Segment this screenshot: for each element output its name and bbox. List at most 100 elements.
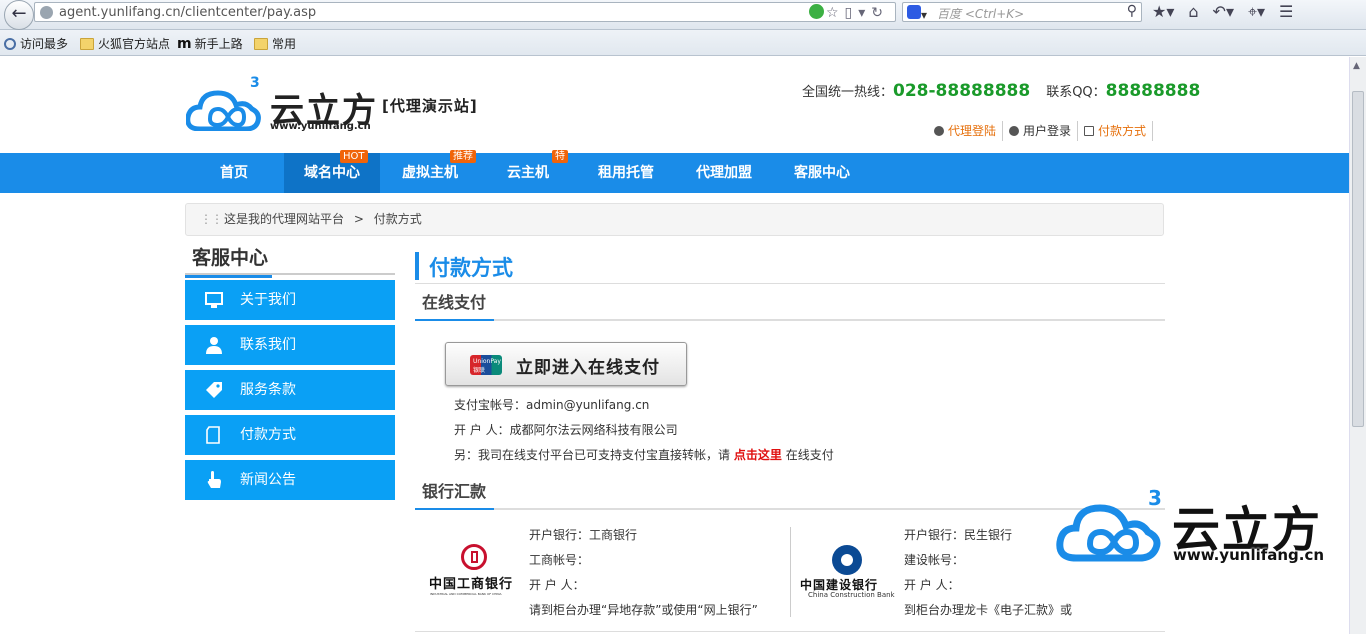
ccb-bank-name: 开户银行：民生银行 [904,528,1013,542]
account-holder: 开 户 人：成都阿尔法云网络科技有限公司 [454,423,678,437]
scroll-up-icon[interactable]: ▲ [1353,61,1360,71]
web-page: 3 云立方 www.yunlifang.cn [代理演示站] 全国统一热线：02… [0,57,1349,634]
unionpay-logo: UnionPay 银联 [470,355,502,375]
icbc-logo: 中国工商银行 INDUSTRIAL AND COMMERCIAL BANK OF… [429,541,521,597]
online-payment-heading: 在线支付 [415,286,1165,321]
bookmark-getting-started[interactable]: m 新手上路 [177,35,243,52]
sidebar-item-news[interactable]: 新闻公告 [185,460,395,500]
bookmark-manager-icon[interactable]: ★▾ [1152,2,1174,21]
monitor-icon [205,291,223,309]
nav-domain-label: 域名中心 [304,165,360,181]
m-logo-icon: m [177,36,192,52]
main-nav: 首页 域名中心 HOT 虚拟主机 推荐 云主机 特 租用托管 代理加盟 客服中心 [0,150,1349,193]
user-login-link[interactable]: 用户登录 [1003,121,1079,141]
nav-domain-center[interactable]: 域名中心 HOT [284,150,380,193]
sidebar-item-about[interactable]: 关于我们 [185,280,395,320]
search-icon[interactable]: ⚲ [1127,3,1137,19]
search-engine-selector[interactable]: ▾ [907,5,933,22]
document-icon [1084,126,1095,136]
globe-icon [1009,126,1020,136]
go-icon[interactable] [808,4,824,19]
icbc-mark-icon [461,544,487,570]
breadcrumb-separator: > [353,212,364,226]
bookmark-firefox-site[interactable]: 火狐官方站点 [80,35,170,52]
online-payment-button-label: 立即进入在线支付 [516,358,660,378]
browser-toolbar: ← agent.yunlifang.cn/clientcenter/pay.as… [0,0,1366,30]
special-badge: 特 [552,150,568,163]
agent-login-link[interactable]: 代理登陆 [928,121,1004,141]
nav-home[interactable]: 首页 [186,153,282,193]
phone-icon[interactable]: ▯ [845,5,859,21]
sidebar-item-payment[interactable]: 付款方式 [185,415,395,455]
hotline-label: 全国统一热线： [802,85,894,100]
user-icon [205,336,223,354]
page-title: 付款方式 [415,250,1165,284]
breadcrumb-root[interactable]: 这是我的代理网站平台 [224,212,344,226]
menu-icon[interactable]: ☰ [1279,2,1293,21]
document-icon [205,426,223,444]
breadcrumb: ⋮⋮ 这是我的代理网站平台 > 付款方式 [185,203,1164,236]
nav-hosting[interactable]: 租用托管 [578,153,674,193]
sidebar-item-contact[interactable]: 联系我们 [185,325,395,365]
arrow-left-icon: ← [11,3,27,24]
alipay-account: 支付宝帐号：admin@yunlifang.cn [454,398,650,412]
search-box[interactable]: ▾ 百度 <Ctrl+K> ⚲ [902,2,1142,22]
bookmark-most-visited[interactable]: 访问最多 [4,35,68,52]
nav-service-center[interactable]: 客服中心 [774,153,870,193]
scrollbar-thumb[interactable] [1352,91,1364,427]
toolbar-icons: ★▾ ⌂ ↶▾ ⌖▾ ☰ [1152,2,1307,22]
ccb-mark-icon [832,545,862,575]
recommend-badge: 推荐 [450,150,476,163]
top-links: 代理登陆 用户登录 付款方式 [928,121,1154,141]
scrollbar[interactable]: ▲ [1349,57,1366,634]
chevron-down-icon[interactable]: ▾ [858,5,871,21]
online-payment-button[interactable]: UnionPay 银联 立即进入在线支付 [445,342,687,386]
home-icon[interactable]: ⌂ [1188,2,1198,21]
folder-icon [80,38,94,50]
magnifier-icon [4,38,16,50]
payment-methods-link[interactable]: 付款方式 [1078,121,1154,141]
hand-pointer-icon [205,471,223,489]
crop-icon[interactable]: ⌖▾ [1248,2,1265,22]
address-bar[interactable]: agent.yunlifang.cn/clientcenter/pay.asp … [34,2,896,22]
nav-cloud-label: 云主机 [507,165,549,181]
qq-label: 联系QQ： [1046,85,1106,100]
nav-cloud-host[interactable]: 云主机 特 [480,150,576,193]
contact-info: 全国统一热线：028-88888888 联系QQ：88888888 [802,81,1200,101]
alipay-note: 另：我司在线支付平台已可支持支付宝直接转帐，请 点击这里 在线支付 [454,448,834,462]
reload-icon[interactable]: ↻ [871,5,889,21]
bookmark-common[interactable]: 常用 [254,35,296,52]
sidebar-title: 客服中心 [185,244,395,278]
folder-icon [254,38,268,50]
icbc-bank-name: 开户银行：工商银行 [529,528,638,542]
star-icon[interactable]: ☆ [826,5,845,21]
section-divider [415,631,1165,632]
sidebar-item-terms[interactable]: 服务条款 [185,370,395,410]
breadcrumb-current: 付款方式 [373,212,422,226]
bank-divider [790,527,791,617]
ccb-note: 到柜台办理龙卡《电子汇款》或 [904,603,1073,617]
ccb-logo: 中国建设银行 China Construction Bank [800,543,898,599]
search-input[interactable]: 百度 <Ctrl+K> [937,5,1024,22]
url-text[interactable]: agent.yunlifang.cn/clientcenter/pay.asp [59,5,316,20]
address-bar-icons: ☆▯▾↻ [808,4,889,21]
hot-badge: HOT [340,150,368,163]
click-here-link[interactable]: 点击这里 [734,448,782,462]
site-logo[interactable]: 3 云立方 www.yunlifang.cn [186,75,386,133]
baidu-icon [907,5,921,19]
icbc-holder: 开 户 人： [529,578,585,592]
cloud-logo-icon [186,90,261,131]
undo-icon[interactable]: ↶▾ [1213,2,1234,21]
back-button[interactable]: ← [4,0,34,30]
nav-virtual-host[interactable]: 虚拟主机 推荐 [382,150,478,193]
bookmarks-bar: 访问最多 火狐官方站点 m 新手上路 常用 [0,30,1366,56]
icbc-note: 请到柜台办理“异地存款”或使用“网上银行” [529,603,758,617]
hotline-number: 028-88888888 [893,81,1031,101]
tag-icon [205,381,223,399]
site-tagline: [代理演示站] [382,97,478,115]
logo-url: www.yunlifang.cn [270,121,371,132]
grid-dots-icon: ⋮⋮ [200,212,223,226]
ccb-holder: 开 户 人： [904,578,960,592]
nav-agent-join[interactable]: 代理加盟 [676,153,772,193]
bank-transfer-heading: 银行汇款 [415,475,1165,510]
